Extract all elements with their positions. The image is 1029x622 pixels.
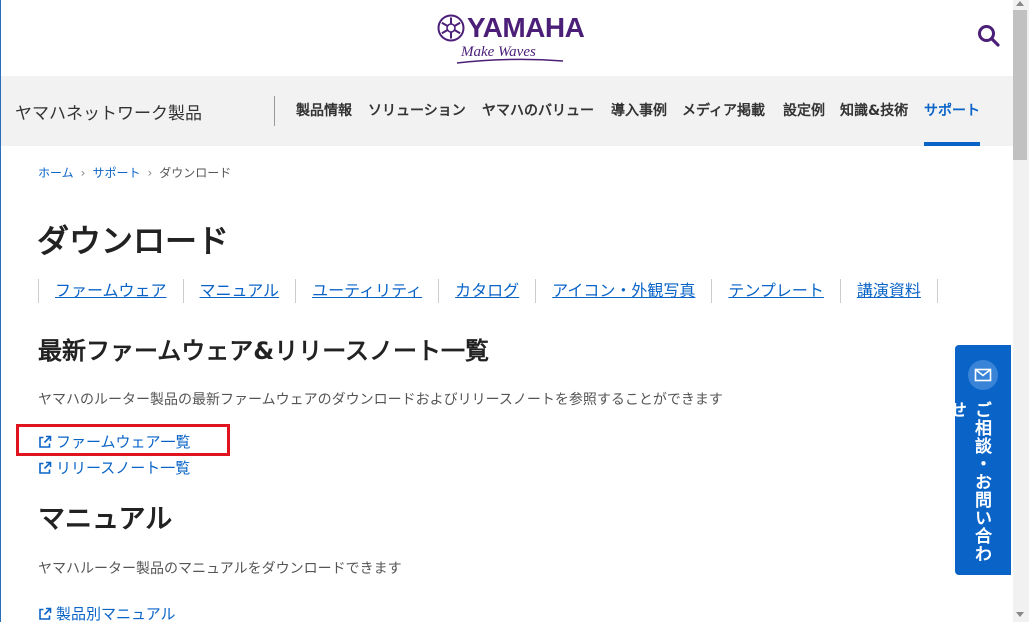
external-link-icon — [39, 607, 52, 620]
subnav-manual[interactable]: マニュアル — [182, 279, 296, 303]
subnav-templates[interactable]: テンプレート — [711, 279, 840, 303]
nav-item-knowledge[interactable]: 知識&技術 — [840, 100, 908, 120]
breadcrumb-home[interactable]: ホーム — [38, 166, 74, 180]
mail-icon — [968, 360, 998, 390]
scrollbar-thumb[interactable] — [1013, 10, 1027, 160]
nav-item-config-examples[interactable]: 設定例 — [783, 100, 825, 120]
breadcrumb-support[interactable]: サポート — [92, 166, 140, 180]
chevron-right-icon: › — [147, 166, 153, 180]
top-header: YAMAHA Make Waves — [0, 0, 1013, 76]
nav-item-case-studies[interactable]: 導入事例 — [611, 100, 667, 120]
subnav-lecture-materials[interactable]: 講演資料 — [839, 279, 937, 303]
firmware-section-desc: ヤマハのルーター製品の最新ファームウェアのダウンロードおよびリリースノートを参照… — [38, 392, 723, 408]
logo-swoosh — [456, 58, 564, 64]
logo-wordmark: YAMAHA — [467, 12, 585, 43]
release-notes-list-link-label: リリースノート一覧 — [56, 459, 191, 477]
chevron-right-icon: › — [80, 166, 86, 180]
nav-item-media[interactable]: メディア掲載 — [682, 100, 765, 120]
contact-tab-label: ご相談・お問い合わせ — [946, 401, 991, 563]
nav-item-value[interactable]: ヤマハのバリュー — [482, 100, 594, 120]
manual-by-product-link-label: 製品別マニュアル — [56, 605, 176, 622]
breadcrumb-current: ダウンロード — [159, 166, 232, 180]
tuning-fork-emblem-icon — [437, 14, 465, 42]
manual-section-desc: ヤマハルーター製品のマニュアルをダウンロードできます — [38, 561, 402, 577]
manual-section-title: マニュアル — [38, 504, 173, 535]
subnav-firmware[interactable]: ファームウェア — [38, 279, 183, 303]
scroll-down-arrow-icon[interactable] — [1016, 612, 1024, 617]
subnav-divider — [936, 279, 938, 303]
highlight-box — [16, 424, 230, 456]
site-brand[interactable]: ヤマハネットワーク製品 — [15, 99, 202, 124]
nav-item-support[interactable]: サポート — [924, 100, 980, 120]
contact-side-tab[interactable]: ご相談・お問い合わせ — [946, 345, 1011, 575]
active-nav-indicator — [924, 142, 980, 146]
subnav-utility[interactable]: ユーティリティ — [295, 279, 438, 303]
search-icon[interactable] — [976, 23, 1002, 49]
download-category-nav: ファームウェア マニュアル ユーティリティ カタログ アイコン・外観写真 テンプ… — [38, 279, 938, 303]
nav-divider — [274, 96, 275, 126]
subnav-icons-photos[interactable]: アイコン・外観写真 — [535, 279, 711, 303]
global-nav: ヤマハネットワーク製品 製品情報 ソリューション ヤマハのバリュー 導入事例 メ… — [0, 76, 1013, 146]
nav-item-solutions[interactable]: ソリューション — [368, 100, 466, 120]
manual-by-product-link[interactable]: 製品別マニュアル — [37, 603, 176, 622]
nav-item-products[interactable]: 製品情報 — [296, 100, 352, 120]
breadcrumb: ホーム › サポート › ダウンロード — [38, 164, 231, 181]
yamaha-logo[interactable]: YAMAHA Make Waves — [437, 12, 585, 68]
subnav-catalog[interactable]: カタログ — [438, 279, 535, 303]
window-edge — [0, 0, 1, 622]
external-link-icon — [39, 461, 52, 474]
scroll-up-arrow-icon[interactable] — [1016, 1, 1024, 6]
release-notes-list-link[interactable]: リリースノート一覧 — [37, 457, 190, 478]
page-title: ダウンロード — [37, 222, 230, 260]
firmware-section-title: 最新ファームウェア&リリースノート一覧 — [38, 337, 490, 365]
